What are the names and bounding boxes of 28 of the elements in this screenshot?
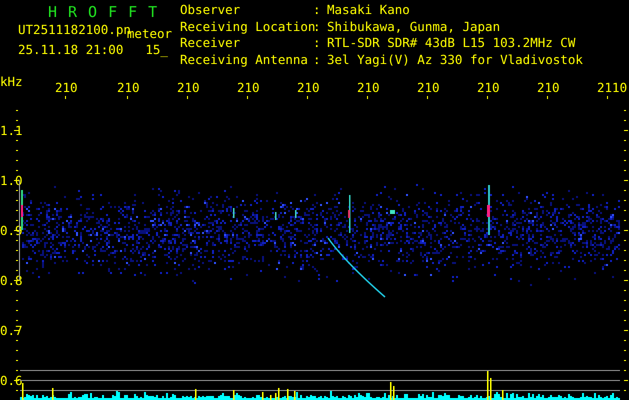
count: 15_: [145, 41, 168, 59]
x-axis-label: 210: [477, 80, 500, 95]
y-unit-label: kHz: [0, 74, 23, 89]
info-label: Receiving Antenna: [180, 54, 309, 69]
x-axis-label: 2110: [597, 80, 628, 95]
info-value: 3el Yagi(V) Az 330 for Vladivostok: [327, 54, 583, 69]
info-separator: :: [313, 54, 322, 68]
info-separator: :: [313, 4, 322, 19]
y-axis-label: 1.1: [0, 123, 23, 138]
info-label: Receiving Location: [180, 20, 313, 36]
x-axis-label: 210: [117, 80, 140, 95]
info-separator: :: [313, 37, 322, 52]
x-axis-label: 210: [237, 80, 260, 95]
x-axis-label: 210: [417, 80, 440, 95]
info-value: RTL-SDR SDR# 43dB L15 103.2MHz CW: [327, 37, 576, 52]
app-title: HROFFT: [47, 4, 170, 20]
info-label: Observer: [180, 4, 242, 19]
x-axis-label: 210: [297, 80, 320, 95]
info-label: Receiver: [180, 37, 242, 52]
info-value: Masaki Kano: [327, 4, 411, 19]
x-axis-label: 210: [177, 80, 200, 95]
info-separator: :: [313, 20, 322, 36]
timestamp: 25.11.18 21:00: [18, 41, 124, 59]
y-axis-label: 0.7: [0, 323, 23, 338]
x-axis-label: 210: [537, 80, 560, 95]
x-axis-label: 210: [55, 80, 78, 95]
info-value: Shibukawa, Gunma, Japan: [327, 20, 502, 36]
x-axis-label: 210: [357, 80, 380, 95]
